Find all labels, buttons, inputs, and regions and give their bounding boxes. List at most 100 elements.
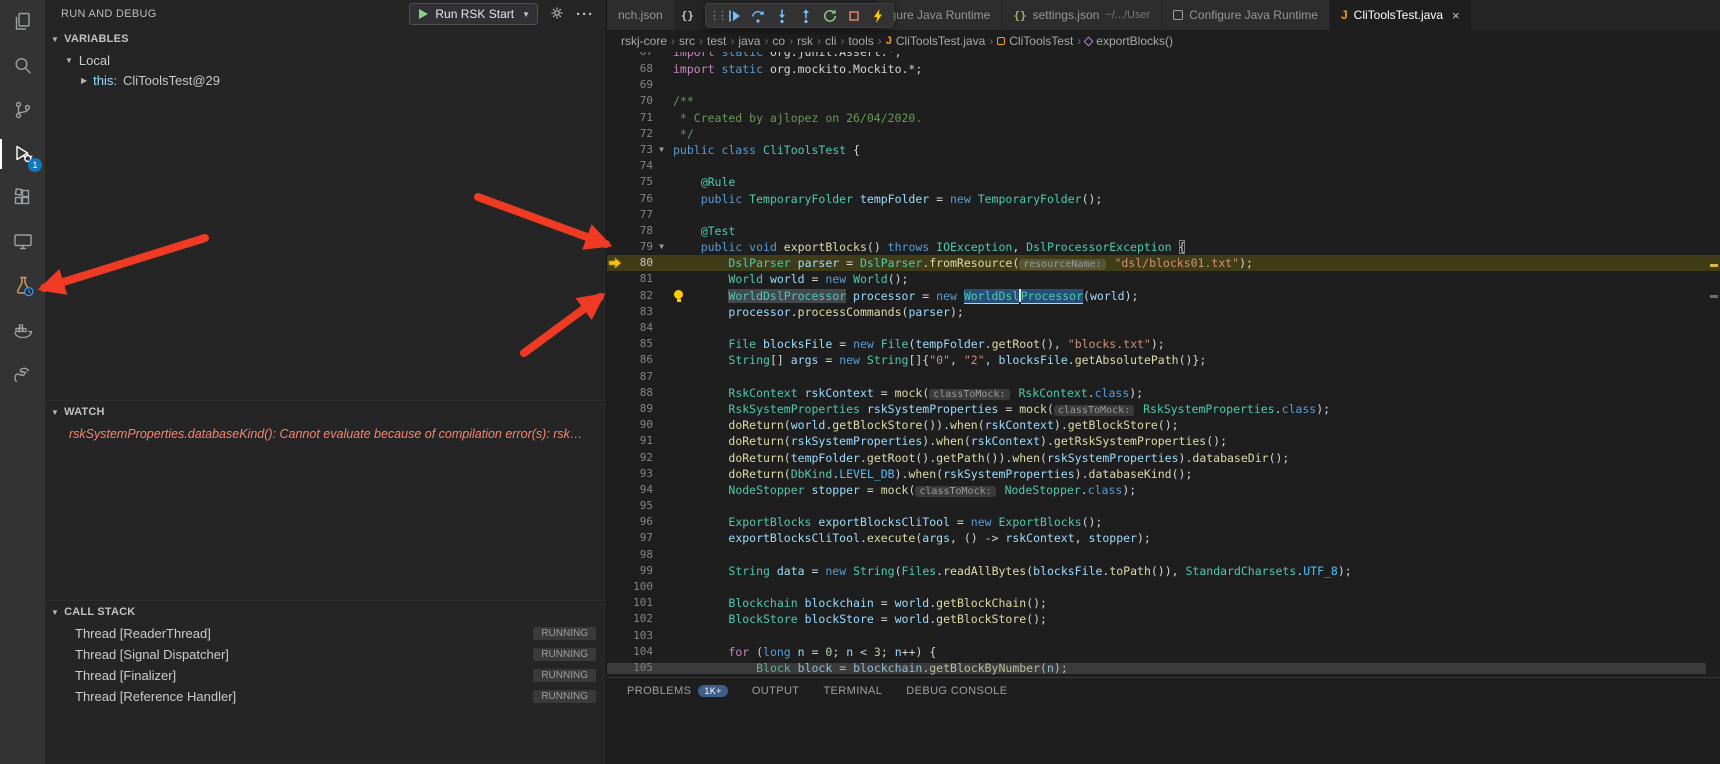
code-line-70[interactable]: 70/**: [607, 93, 1720, 109]
glyph-margin[interactable]: [607, 77, 623, 93]
code-line-93[interactable]: 93 doReturn(DbKind.LEVEL_DB).when(rskSys…: [607, 466, 1720, 482]
line-number[interactable]: 85: [623, 336, 653, 352]
code-line-97[interactable]: 97 exportBlocksCliTool.execute(args, () …: [607, 530, 1720, 546]
glyph-margin[interactable]: [607, 320, 623, 336]
glyph-margin[interactable]: [607, 126, 623, 142]
explorer-icon[interactable]: [0, 0, 45, 44]
watch-expression[interactable]: rskSystemProperties.databaseKind(): Cann…: [45, 427, 606, 441]
fold-icon[interactable]: ▼: [653, 142, 670, 158]
line-number[interactable]: 74: [623, 158, 653, 174]
breadcrumb-item[interactable]: src: [679, 34, 695, 48]
line-number[interactable]: 87: [623, 369, 653, 385]
glyph-margin[interactable]: [607, 433, 623, 449]
code-line-101[interactable]: 101 Blockchain blockchain = world.getBlo…: [607, 595, 1720, 611]
source-control-icon[interactable]: [0, 88, 45, 132]
code-line-68[interactable]: 68import static org.mockito.Mockito.*;: [607, 61, 1720, 77]
line-number[interactable]: 101: [623, 595, 653, 611]
line-number[interactable]: 81: [623, 271, 653, 287]
line-number[interactable]: 79: [623, 239, 653, 255]
breadcrumb-item[interactable]: java: [738, 34, 760, 48]
line-number[interactable]: 73: [623, 142, 653, 158]
tab-configure-java-runtime-partial[interactable]: igure Java Runtime: [876, 0, 1002, 30]
line-number[interactable]: 78: [623, 223, 653, 239]
code-line-98[interactable]: 98: [607, 547, 1720, 563]
line-number[interactable]: 72: [623, 126, 653, 142]
line-number[interactable]: 75: [623, 174, 653, 190]
line-number[interactable]: 80: [623, 255, 653, 271]
extensions-icon[interactable]: [0, 176, 45, 220]
code-line-100[interactable]: 100: [607, 579, 1720, 595]
line-number[interactable]: 83: [623, 304, 653, 320]
tab-clitoolstest-java[interactable]: J CliToolsTest.java ×: [1330, 0, 1472, 30]
code-line-67[interactable]: 67import static org.junit.Assert.*;: [607, 52, 1720, 61]
line-number[interactable]: 97: [623, 530, 653, 546]
glyph-margin[interactable]: [607, 417, 623, 433]
glyph-margin[interactable]: [607, 191, 623, 207]
tab-output[interactable]: OUTPUT: [752, 685, 800, 697]
code-line-95[interactable]: 95: [607, 498, 1720, 514]
code-line-78[interactable]: 78 @Test: [607, 223, 1720, 239]
breadcrumb-item[interactable]: exportBlocks(): [1085, 34, 1173, 48]
code-line-81[interactable]: 81 World world = new World();: [607, 271, 1720, 287]
line-number[interactable]: 95: [623, 498, 653, 514]
variables-section-header[interactable]: ▼ VARIABLES: [45, 28, 606, 50]
line-number[interactable]: 94: [623, 482, 653, 498]
glyph-margin[interactable]: [607, 450, 623, 466]
breadcrumb-item[interactable]: rsk: [797, 34, 813, 48]
line-number[interactable]: 77: [623, 207, 653, 223]
glyph-margin[interactable]: [607, 644, 623, 660]
code-line-99[interactable]: 99 String data = new String(Files.readAl…: [607, 563, 1720, 579]
more-actions-icon[interactable]: ···: [576, 6, 594, 23]
glyph-margin[interactable]: [607, 547, 623, 563]
debug-settings-gear-icon[interactable]: [550, 6, 564, 23]
code-line-103[interactable]: 103: [607, 628, 1720, 644]
breadcrumb-item[interactable]: rskj-core: [621, 34, 667, 48]
code-line-90[interactable]: 90 doReturn(world.getBlockStore()).when(…: [607, 417, 1720, 433]
breadcrumb-item[interactable]: co: [772, 34, 785, 48]
debug-config-dropdown[interactable]: Run RSK Start ▼: [409, 3, 538, 25]
search-icon[interactable]: [0, 44, 45, 88]
current-line-arrow-icon[interactable]: [607, 255, 623, 271]
glyph-margin[interactable]: [607, 61, 623, 77]
line-number[interactable]: 93: [623, 466, 653, 482]
glyph-margin[interactable]: [607, 142, 623, 158]
glyph-margin[interactable]: [607, 369, 623, 385]
breadcrumb-item[interactable]: CliToolsTest: [997, 34, 1073, 48]
line-number[interactable]: 104: [623, 644, 653, 660]
line-number[interactable]: 98: [623, 547, 653, 563]
code-line-91[interactable]: 91 doReturn(rskSystemProperties).when(rs…: [607, 433, 1720, 449]
line-number[interactable]: 88: [623, 385, 653, 401]
glyph-margin[interactable]: [607, 110, 623, 126]
tab-problems[interactable]: PROBLEMS 1K+: [627, 685, 728, 697]
code-line-89[interactable]: 89 RskSystemProperties rskSystemProperti…: [607, 401, 1720, 417]
glyph-margin[interactable]: [607, 401, 623, 417]
hot-code-replace-icon[interactable]: [866, 4, 890, 27]
line-number[interactable]: 84: [623, 320, 653, 336]
glyph-margin[interactable]: [607, 563, 623, 579]
restart-button[interactable]: [818, 4, 842, 27]
call-stack-thread[interactable]: Thread [Finalizer] RUNNING: [45, 665, 606, 686]
code-line-82[interactable]: 82 WorldDslProcessor processor = new Wor…: [607, 288, 1720, 304]
glyph-margin[interactable]: [607, 288, 623, 304]
docker-icon[interactable]: [0, 308, 45, 352]
line-number[interactable]: 68: [623, 61, 653, 77]
line-number[interactable]: 102: [623, 611, 653, 627]
code-line-87[interactable]: 87: [607, 369, 1720, 385]
code-line-72[interactable]: 72 */: [607, 126, 1720, 142]
glyph-margin[interactable]: [607, 174, 623, 190]
gradle-icon[interactable]: [0, 352, 45, 396]
fold-icon[interactable]: ▼: [653, 239, 670, 255]
line-number[interactable]: 82: [623, 288, 653, 304]
glyph-margin[interactable]: [607, 482, 623, 498]
glyph-margin[interactable]: [607, 498, 623, 514]
code-line-80[interactable]: 80 DslParser parser = DslParser.fromReso…: [607, 255, 1720, 271]
line-number[interactable]: 67: [623, 52, 653, 53]
line-number[interactable]: 103: [623, 628, 653, 644]
drag-handle-icon[interactable]: ⋮⋮: [709, 9, 722, 22]
tab-debug-console[interactable]: DEBUG CONSOLE: [906, 685, 1007, 697]
code-line-88[interactable]: 88 RskContext rskContext = mock(classToM…: [607, 385, 1720, 401]
step-over-button[interactable]: [746, 4, 770, 27]
line-number[interactable]: 86: [623, 352, 653, 368]
continue-button[interactable]: [722, 4, 746, 27]
variables-scope-local[interactable]: ▼ Local: [45, 50, 606, 70]
